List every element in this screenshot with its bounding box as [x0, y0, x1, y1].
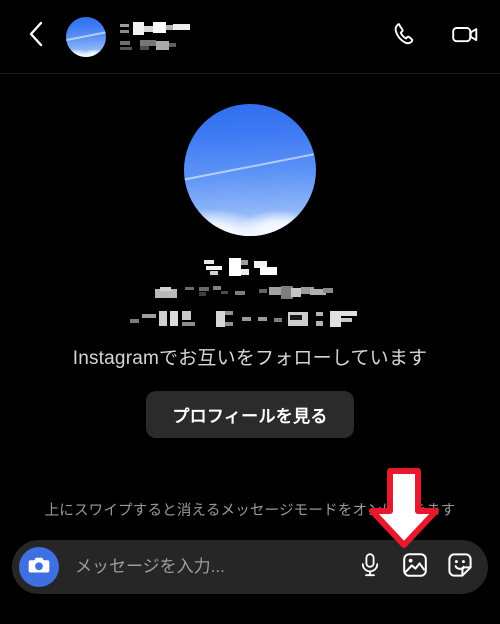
camera-button[interactable] [19, 547, 59, 587]
mic-button[interactable] [354, 551, 386, 583]
back-button[interactable] [22, 21, 50, 53]
composer-area [0, 532, 500, 624]
chat-header [0, 0, 500, 74]
gallery-button[interactable] [399, 551, 431, 583]
contact-name-block[interactable] [120, 22, 388, 51]
instagram-dm-screen: Instagramでお互いをフォローしています プロフィールを見る 上にスワイプ… [0, 0, 500, 624]
header-actions [388, 20, 482, 54]
audio-call-button[interactable] [388, 20, 422, 54]
vanish-mode-hint: 上にスワイプすると消えるメッセージモードをオンにできます [44, 503, 456, 519]
sticker-button[interactable] [444, 551, 476, 583]
profile-avatar-large[interactable] [184, 104, 316, 236]
mutual-follow-note: Instagramでお互いをフォローしています [72, 348, 428, 369]
view-profile-button[interactable]: プロフィールを見る [146, 390, 354, 438]
contact-handle-redacted [120, 40, 200, 51]
profile-sky-image [184, 104, 316, 236]
sticker-icon [447, 552, 473, 583]
composer-icon-group [354, 551, 480, 583]
image-gallery-icon [402, 552, 428, 583]
avatar-sky-image [66, 16, 106, 57]
profile-display-name-redacted [204, 258, 296, 276]
thread-body: Instagramでお互いをフォローしています プロフィールを見る 上にスワイプ… [0, 74, 500, 532]
phone-icon [391, 20, 419, 53]
profile-identity-block [130, 258, 370, 328]
header-avatar[interactable] [66, 16, 106, 57]
microphone-icon [358, 552, 382, 583]
profile-detail-redacted [130, 310, 370, 328]
video-camera-icon [450, 20, 480, 53]
contact-name-redacted [120, 22, 210, 35]
camera-icon [28, 555, 50, 580]
profile-username-redacted [155, 285, 345, 301]
message-input[interactable] [59, 557, 354, 577]
chevron-left-icon [26, 20, 46, 53]
video-call-button[interactable] [448, 20, 482, 54]
message-composer [12, 540, 488, 594]
